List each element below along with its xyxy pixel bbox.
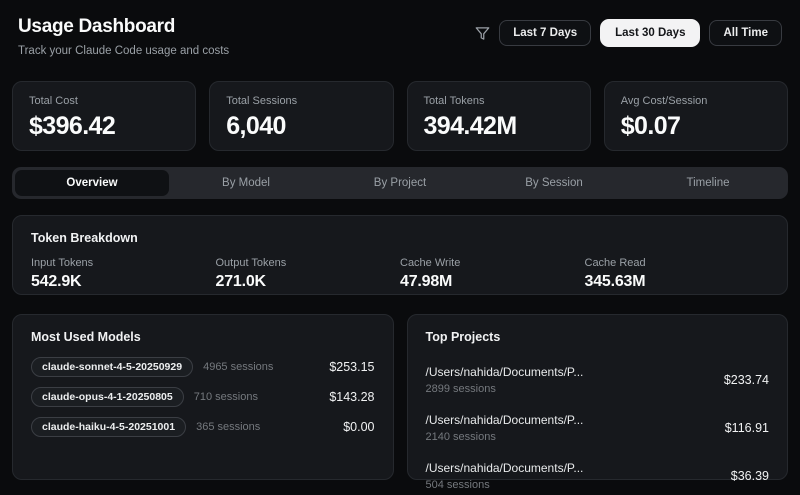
model-row: claude-opus-4-1-20250805 710 sessions $1… [31,387,375,407]
model-row-left: claude-opus-4-1-20250805 710 sessions [31,387,258,407]
model-name-badge: claude-opus-4-1-20250805 [31,387,184,407]
range-button-last-30-days[interactable]: Last 30 Days [600,19,701,47]
model-name-badge: claude-haiku-4-5-20251001 [31,417,187,437]
stat-label: Total Sessions [226,95,298,107]
top-projects-card: Top Projects /Users/nahida/Documents/P..… [406,314,788,491]
page-title: Usage Dashboard [18,16,176,37]
project-session-count: 2899 sessions [425,383,496,395]
stat-label: Total Cost [29,95,78,107]
model-rows: claude-sonnet-4-5-20250929 4965 sessions… [31,357,375,437]
stat-value: $0.07 [620,112,681,140]
stat-card-avg-cost-session: Avg Cost/Session $0.07 [603,81,788,151]
stat-card-total-sessions: Total Sessions 6,040 [209,81,394,151]
model-row: claude-haiku-4-5-20251001 365 sessions $… [31,417,375,437]
model-cost: $253.15 [329,360,375,374]
project-session-count: 504 sessions [425,479,490,491]
model-cost: $143.28 [329,390,375,404]
header: Usage Dashboard Track your Claude Code u… [12,12,788,57]
tab-by-project[interactable]: By Project [323,170,477,196]
model-row: claude-sonnet-4-5-20250929 4965 sessions… [31,357,375,377]
tab-timeline[interactable]: Timeline [631,170,785,196]
stat-card-total-tokens: Total Tokens 394.42M [406,81,591,151]
token-breakdown-title: Token Breakdown [31,231,138,245]
stat-card-total-cost: Total Cost $396.42 [12,81,197,151]
bottom-row: Most Used Models claude-sonnet-4-5-20250… [12,314,788,491]
tab-by-model[interactable]: By Model [169,170,323,196]
range-button-last-7-days[interactable]: Last 7 Days [499,20,592,46]
token-value: 542.9K [31,273,82,290]
usage-dashboard-page: Usage Dashboard Track your Claude Code u… [0,0,800,491]
view-tabs: Overview By Model By Project By Session … [12,167,788,199]
model-session-count: 365 sessions [196,421,261,433]
project-rows: /Users/nahida/Documents/P... 2899 sessio… [426,356,770,495]
token-breakdown-card: Token Breakdown Input Tokens 542.9K Outp… [12,215,788,295]
token-stat-cache-write: Cache Write 47.98M [400,257,585,291]
most-used-models-title: Most Used Models [31,330,141,344]
tab-by-session[interactable]: By Session [477,170,631,196]
range-button-all-time[interactable]: All Time [709,20,782,46]
token-stat-input: Input Tokens 542.9K [31,257,216,291]
project-row-left: /Users/nahida/Documents/P... 2140 sessio… [426,413,584,443]
stats-row: Total Cost $396.42 Total Sessions 6,040 … [12,81,788,151]
most-used-models-card: Most Used Models claude-sonnet-4-5-20250… [12,314,394,480]
project-cost: $116.91 [724,421,769,435]
stat-label: Avg Cost/Session [620,95,708,107]
project-cost: $233.74 [723,373,769,387]
token-value: 345.63M [584,273,646,290]
project-row: /Users/nahida/Documents/P... 504 session… [426,452,770,495]
token-breakdown-grid: Input Tokens 542.9K Output Tokens 271.0K… [31,257,769,291]
project-path: /Users/nahida/Documents/P... [425,461,584,475]
project-path: /Users/nahida/Documents/P... [425,413,584,427]
model-row-left: claude-sonnet-4-5-20250929 4965 sessions [31,357,273,377]
token-label: Cache Read [584,257,646,269]
stat-value: 6,040 [226,112,286,140]
token-stat-output: Output Tokens 271.0K [216,257,401,291]
model-session-count: 4965 sessions [203,361,274,373]
token-value: 271.0K [215,273,267,290]
token-stat-cache-read: Cache Read 345.63M [585,257,770,291]
model-cost: $0.00 [343,420,375,434]
date-range-controls: Last 7 Days Last 30 Days All Time [475,19,782,47]
project-row-left: /Users/nahida/Documents/P... 2899 sessio… [426,365,584,395]
token-label: Output Tokens [215,257,287,269]
model-session-count: 710 sessions [193,391,258,403]
stat-value: 394.42M [423,112,518,140]
token-label: Input Tokens [31,257,94,269]
model-row-left: claude-haiku-4-5-20251001 365 sessions [31,417,260,437]
project-row-left: /Users/nahida/Documents/P... 504 session… [426,461,584,491]
project-path: /Users/nahida/Documents/P... [425,365,584,379]
header-text: Usage Dashboard Track your Claude Code u… [18,16,229,57]
token-value: 47.98M [400,273,453,290]
project-cost: $36.39 [730,469,769,483]
top-projects-title: Top Projects [425,330,501,344]
stat-label: Total Tokens [423,95,485,107]
project-row: /Users/nahida/Documents/P... 2899 sessio… [426,356,770,404]
tab-overview[interactable]: Overview [15,170,169,196]
token-label: Cache Write [400,257,461,269]
project-session-count: 2140 sessions [425,431,496,443]
filter-funnel-icon[interactable] [475,26,490,41]
model-name-badge: claude-sonnet-4-5-20250929 [31,357,194,377]
page-subtitle: Track your Claude Code usage and costs [18,45,230,57]
stat-value: $396.42 [29,112,116,140]
project-row: /Users/nahida/Documents/P... 2140 sessio… [426,404,770,452]
